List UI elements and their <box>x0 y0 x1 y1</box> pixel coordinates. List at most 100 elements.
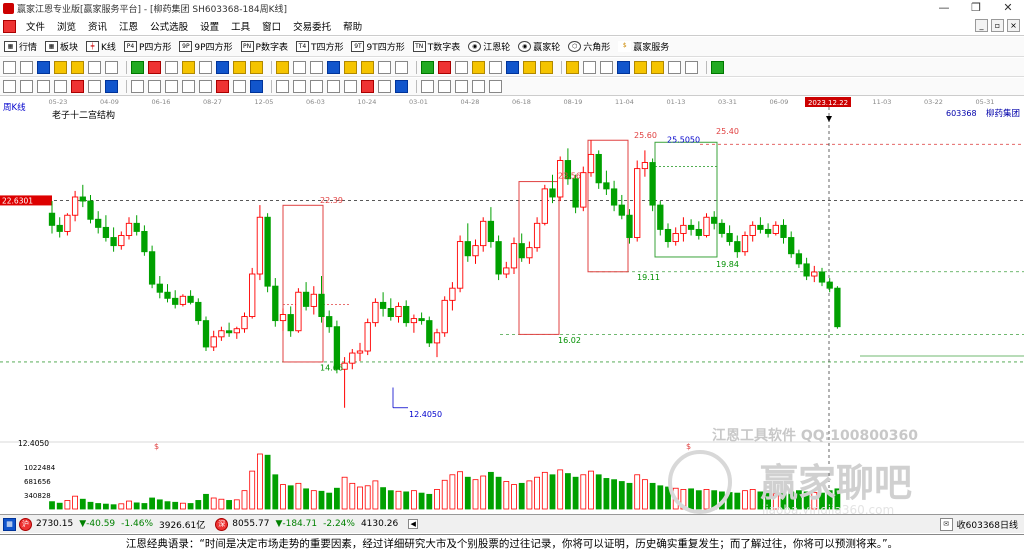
diamond-icon[interactable] <box>199 60 212 74</box>
line-tool-icon[interactable] <box>165 60 178 74</box>
volume-bar[interactable] <box>403 491 410 510</box>
mail-icon[interactable]: ✉ <box>939 517 953 531</box>
volume-bar[interactable] <box>133 502 140 510</box>
candle-body[interactable] <box>456 241 464 289</box>
cross-icon[interactable] <box>233 60 246 74</box>
volume-bar[interactable] <box>695 490 702 510</box>
candle-body[interactable] <box>764 228 772 234</box>
candle-body[interactable] <box>125 222 133 236</box>
channel-icon[interactable] <box>54 80 67 93</box>
candle-body[interactable] <box>156 283 163 293</box>
volume-bar[interactable] <box>249 470 256 510</box>
candle-body[interactable] <box>834 287 841 328</box>
candle-body[interactable] <box>249 273 256 318</box>
volume-bar[interactable] <box>303 488 310 510</box>
candle-body[interactable] <box>403 305 410 324</box>
kline-chart[interactable]: 05-23 04-09 06-16 08-27 12-05 06-03 10-24 03-01… <box>0 96 1024 517</box>
candle-body[interactable] <box>141 230 148 253</box>
candle-body[interactable] <box>310 293 317 307</box>
line-tool-icon[interactable] <box>20 80 33 93</box>
candle-body[interactable] <box>349 352 356 364</box>
line-tool-icon[interactable] <box>600 60 613 74</box>
candle-body[interactable] <box>572 178 579 208</box>
volume-bar[interactable] <box>349 482 356 510</box>
menu-trade[interactable]: 交易委托 <box>287 19 337 33</box>
candle-body[interactable] <box>649 162 656 206</box>
candle-body[interactable] <box>610 188 618 206</box>
volume-bar[interactable] <box>441 479 448 510</box>
volume-bar[interactable] <box>588 470 594 510</box>
candle-body[interactable] <box>695 228 702 236</box>
line-tool-icon[interactable] <box>310 60 323 74</box>
volume-bar[interactable] <box>410 490 417 510</box>
volume-bar[interactable] <box>549 474 556 510</box>
zoom-icon[interactable] <box>105 60 118 74</box>
candle-body[interactable] <box>395 305 402 318</box>
candle-body[interactable] <box>749 224 756 236</box>
candle-body[interactable] <box>687 224 695 230</box>
volume-bar[interactable] <box>511 484 517 510</box>
candle-body[interactable] <box>364 322 371 352</box>
cross-icon[interactable] <box>523 60 536 74</box>
toolbar-service-button[interactable]: $ 赢家服务 <box>618 40 669 53</box>
diamond-icon[interactable] <box>54 60 67 74</box>
candle-body[interactable] <box>718 222 726 234</box>
volume-bar[interactable] <box>418 492 425 510</box>
candle-body[interactable] <box>164 291 171 299</box>
kline-chart-panel[interactable]: 05-23 04-09 06-16 08-27 12-05 06-03 10-24 03-01… <box>0 96 1024 517</box>
scroll-left-icon[interactable]: ◀ <box>408 519 419 529</box>
candle-body[interactable] <box>657 204 664 230</box>
candle-body[interactable] <box>680 224 687 234</box>
cross-icon[interactable] <box>88 60 101 74</box>
volume-bar[interactable] <box>210 497 217 510</box>
box-icon[interactable] <box>105 80 118 93</box>
period-icon[interactable] <box>438 60 451 74</box>
volume-bar[interactable] <box>203 493 209 510</box>
candle-body[interactable] <box>287 314 294 332</box>
candle-body[interactable] <box>480 220 487 247</box>
candle-body[interactable] <box>503 267 510 275</box>
volume-bar[interactable] <box>426 493 433 510</box>
arrow-icon[interactable] <box>182 60 195 74</box>
volume-bar[interactable] <box>357 486 363 510</box>
volume-bar[interactable] <box>187 503 194 510</box>
volume-bar[interactable] <box>310 490 317 510</box>
volume-bar[interactable] <box>503 481 510 510</box>
line-tool-icon[interactable] <box>20 60 33 74</box>
candle-body[interactable] <box>272 285 279 322</box>
volume-bar[interactable] <box>149 497 156 510</box>
grid-icon[interactable] <box>421 60 434 74</box>
index-sh-icon[interactable]: 沪 <box>19 517 32 531</box>
volume-bar[interactable] <box>380 487 387 510</box>
volume-bar[interactable] <box>272 474 279 510</box>
period-icon[interactable] <box>148 60 161 74</box>
volume-bar[interactable] <box>333 487 340 510</box>
volume-bar[interactable] <box>518 482 525 510</box>
volume-bar[interactable] <box>595 474 602 510</box>
grid-icon[interactable] <box>131 60 144 74</box>
line-tool-icon[interactable] <box>165 80 178 93</box>
cross-icon[interactable] <box>378 60 391 74</box>
toolbar-sector-button[interactable]: ▦ 板块 <box>45 40 78 53</box>
candle-body[interactable] <box>526 247 533 259</box>
volume-bar[interactable] <box>534 476 540 510</box>
ray-icon[interactable] <box>37 80 50 93</box>
maximize-icon[interactable]: ❐ <box>960 0 992 15</box>
box-icon[interactable] <box>250 80 263 93</box>
candle-body[interactable] <box>426 320 433 344</box>
candle-body[interactable] <box>672 233 679 243</box>
candle-body[interactable] <box>71 196 79 216</box>
mdi-restore-icon[interactable]: ▫ <box>991 19 1004 32</box>
volume-bar[interactable] <box>634 474 641 510</box>
volume-bar[interactable] <box>688 488 694 510</box>
pie-icon[interactable] <box>276 80 289 93</box>
volume-bar[interactable] <box>611 479 617 510</box>
toolbar-quotes-button[interactable]: ▦ 行情 <box>4 40 37 53</box>
toolbar-t-square-button[interactable]: T4 T四方形 <box>295 40 343 53</box>
percent-icon[interactable] <box>378 80 391 93</box>
candle-body[interactable] <box>734 241 741 253</box>
volume-bar[interactable] <box>179 502 186 510</box>
candle-body[interactable] <box>279 314 287 322</box>
toolbar-p-table-button[interactable]: PN P数字表 <box>240 40 288 53</box>
volume-bar[interactable] <box>172 501 179 510</box>
